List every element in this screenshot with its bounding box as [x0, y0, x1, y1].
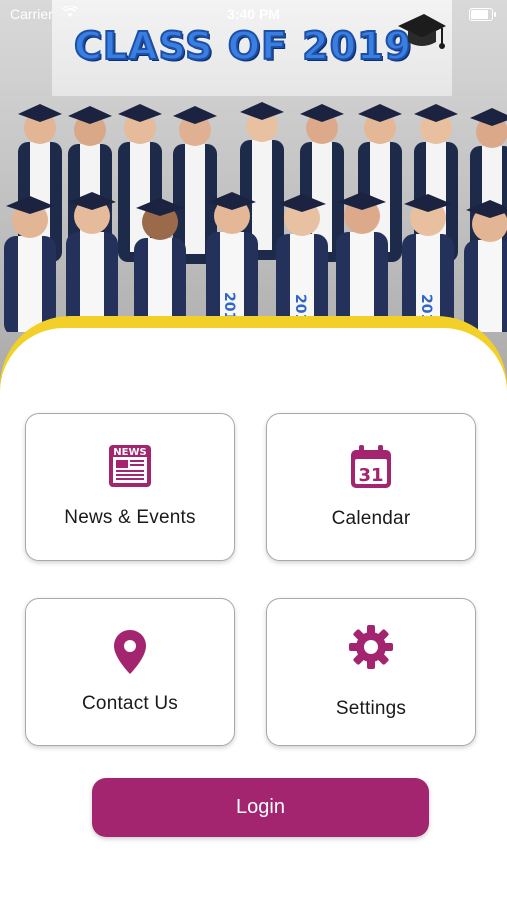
calendar-icon: 31: [351, 445, 391, 488]
battery-icon: [469, 8, 496, 21]
calendar-label: Calendar: [331, 508, 411, 529]
settings-label: Settings: [335, 698, 407, 719]
calendar-icon-day: 31: [358, 465, 383, 486]
news-events-label: News & Events: [64, 507, 196, 528]
gear-icon: [349, 625, 393, 669]
location-pin-icon: [114, 630, 146, 674]
status-bar: Carrier 3:40 PM: [0, 0, 507, 28]
news-icon: NEWS: [109, 445, 151, 487]
banner-title: CLASS OF 2019: [73, 23, 413, 69]
news-icon-text: NEWS: [113, 447, 146, 458]
login-button[interactable]: Login: [92, 778, 429, 837]
contact-us-label: Contact Us: [82, 693, 178, 714]
calendar-tile[interactable]: 31 Calendar: [266, 413, 476, 561]
contact-us-tile[interactable]: Contact Us: [25, 598, 235, 746]
news-events-tile[interactable]: NEWS News & Events: [25, 413, 235, 561]
settings-tile[interactable]: Settings: [266, 598, 476, 746]
status-time: 3:40 PM: [227, 6, 280, 22]
students-group: 2019 2019 2019: [4, 102, 507, 332]
